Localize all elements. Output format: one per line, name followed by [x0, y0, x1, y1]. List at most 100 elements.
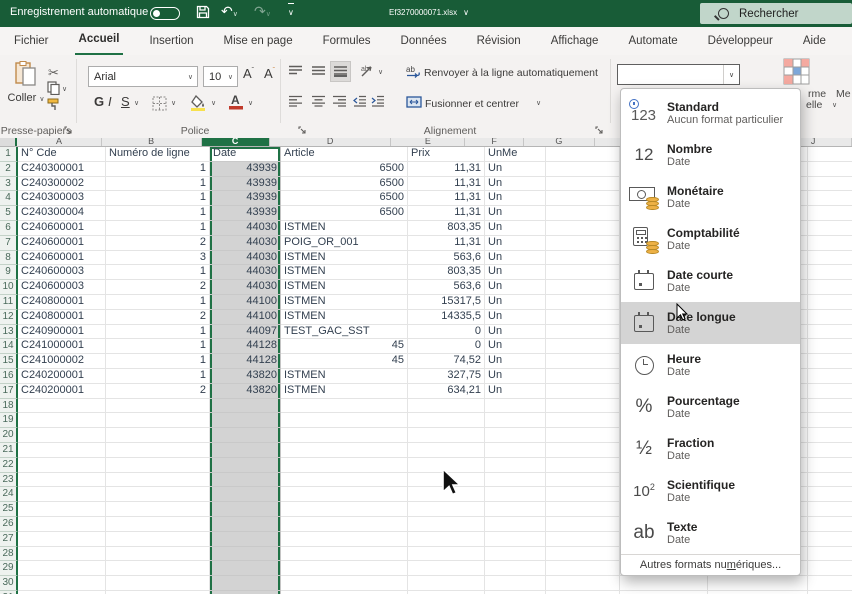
- cell-G12[interactable]: [546, 310, 620, 325]
- cell-F10[interactable]: Un: [485, 280, 546, 295]
- fill-color-chevron-icon[interactable]: ∨: [211, 99, 216, 107]
- cell-G16[interactable]: [546, 369, 620, 384]
- cell-C21[interactable]: [210, 443, 281, 458]
- cell-B3[interactable]: 1: [106, 177, 210, 192]
- cell-F18[interactable]: [485, 399, 546, 414]
- clipboard-dialog-launcher-icon[interactable]: [64, 126, 74, 136]
- row-header-24[interactable]: 24: [0, 487, 18, 502]
- cell-G22[interactable]: [546, 458, 620, 473]
- cell-B13[interactable]: 1: [106, 325, 210, 340]
- cell-D10[interactable]: ISTMEN: [281, 280, 408, 295]
- cell-D25[interactable]: [281, 502, 408, 517]
- tab-automate[interactable]: Automate: [624, 28, 681, 55]
- cell-E19[interactable]: [408, 413, 485, 428]
- cell-B6[interactable]: 1: [106, 221, 210, 236]
- cell-G7[interactable]: [546, 236, 620, 251]
- cell-F11[interactable]: Un: [485, 295, 546, 310]
- row-header-12[interactable]: 12: [0, 310, 18, 325]
- cell-D6[interactable]: ISTMEN: [281, 221, 408, 236]
- cell-F5[interactable]: Un: [485, 206, 546, 221]
- cell-F17[interactable]: Un: [485, 384, 546, 399]
- cell-C6[interactable]: 44030: [210, 221, 281, 236]
- cell-F28[interactable]: [485, 547, 546, 562]
- cell-A28[interactable]: [18, 547, 106, 562]
- cell-J19[interactable]: [808, 413, 852, 428]
- copy-icon[interactable]: [47, 81, 60, 98]
- cell-E28[interactable]: [408, 547, 485, 562]
- cell-D24[interactable]: [281, 487, 408, 502]
- cell-J3[interactable]: [808, 177, 852, 192]
- row-header-20[interactable]: 20: [0, 428, 18, 443]
- cell-B26[interactable]: [106, 517, 210, 532]
- cell-F22[interactable]: [485, 458, 546, 473]
- cell-J29[interactable]: [808, 561, 852, 576]
- cell-D11[interactable]: ISTMEN: [281, 295, 408, 310]
- cell-D13[interactable]: TEST_GAC_SST: [281, 325, 408, 340]
- cell-G29[interactable]: [546, 561, 620, 576]
- cell-D3[interactable]: 6500: [281, 177, 408, 192]
- cell-F16[interactable]: Un: [485, 369, 546, 384]
- tab-insertion[interactable]: Insertion: [145, 28, 197, 55]
- cell-D8[interactable]: ISTMEN: [281, 251, 408, 266]
- tab-mise-en-page[interactable]: Mise en page: [220, 28, 297, 55]
- cell-E10[interactable]: 563,6: [408, 280, 485, 295]
- cell-A7[interactable]: C240600001: [18, 236, 106, 251]
- cell-F21[interactable]: [485, 443, 546, 458]
- cell-J21[interactable]: [808, 443, 852, 458]
- cell-A29[interactable]: [18, 561, 106, 576]
- cell-C7[interactable]: 44030: [210, 236, 281, 251]
- cell-A18[interactable]: [18, 399, 106, 414]
- cell-F2[interactable]: Un: [485, 162, 546, 177]
- cut-icon[interactable]: ✂: [48, 65, 59, 81]
- menu-item-scientifique[interactable]: 102ScientifiqueDate: [621, 470, 800, 512]
- fill-color-icon[interactable]: [190, 95, 208, 114]
- cell-E18[interactable]: [408, 399, 485, 414]
- cell-J23[interactable]: [808, 473, 852, 488]
- cell-C20[interactable]: [210, 428, 281, 443]
- cell-J14[interactable]: [808, 339, 852, 354]
- cell-D12[interactable]: ISTMEN: [281, 310, 408, 325]
- cell-E13[interactable]: 0: [408, 325, 485, 340]
- align-top-icon[interactable]: [288, 65, 303, 80]
- cell-F3[interactable]: Un: [485, 177, 546, 192]
- row-header-14[interactable]: 14: [0, 339, 18, 354]
- align-left-icon[interactable]: [288, 95, 303, 110]
- cell-J20[interactable]: [808, 428, 852, 443]
- number-format-combobox[interactable]: ∨: [617, 64, 740, 85]
- cell-J24[interactable]: [808, 487, 852, 502]
- row-header-26[interactable]: 26: [0, 517, 18, 532]
- cell-J1[interactable]: [808, 147, 852, 162]
- cell-E15[interactable]: 74,52: [408, 354, 485, 369]
- cell-B16[interactable]: 1: [106, 369, 210, 384]
- cell-C4[interactable]: 43939: [210, 191, 281, 206]
- cell-G21[interactable]: [546, 443, 620, 458]
- cell-J25[interactable]: [808, 502, 852, 517]
- cell-J11[interactable]: [808, 295, 852, 310]
- column-header-B[interactable]: B: [102, 138, 202, 146]
- cell-A22[interactable]: [18, 458, 106, 473]
- font-dialog-launcher-icon[interactable]: [298, 126, 308, 136]
- cell-B17[interactable]: 2: [106, 384, 210, 399]
- cell-G19[interactable]: [546, 413, 620, 428]
- cell-C23[interactable]: [210, 473, 281, 488]
- row-header-10[interactable]: 10: [0, 280, 18, 295]
- cell-D28[interactable]: [281, 547, 408, 562]
- cell-D27[interactable]: [281, 532, 408, 547]
- tab-accueil[interactable]: Accueil: [75, 26, 124, 56]
- row-header-8[interactable]: 8: [0, 251, 18, 266]
- cell-A25[interactable]: [18, 502, 106, 517]
- cell-C1[interactable]: Date: [210, 147, 281, 162]
- cell-C11[interactable]: 44100: [210, 295, 281, 310]
- cell-A6[interactable]: C240600001: [18, 221, 106, 236]
- italic-button[interactable]: I: [108, 94, 112, 109]
- column-header-F[interactable]: F: [465, 138, 524, 146]
- cell-J13[interactable]: [808, 325, 852, 340]
- cell-E25[interactable]: [408, 502, 485, 517]
- row-header-18[interactable]: 18: [0, 399, 18, 414]
- cell-C16[interactable]: 43820: [210, 369, 281, 384]
- cell-F23[interactable]: [485, 473, 546, 488]
- menu-item-standard[interactable]: 123StandardAucun format particulier: [621, 92, 800, 134]
- cell-A23[interactable]: [18, 473, 106, 488]
- cell-J15[interactable]: [808, 354, 852, 369]
- cell-E6[interactable]: 803,35: [408, 221, 485, 236]
